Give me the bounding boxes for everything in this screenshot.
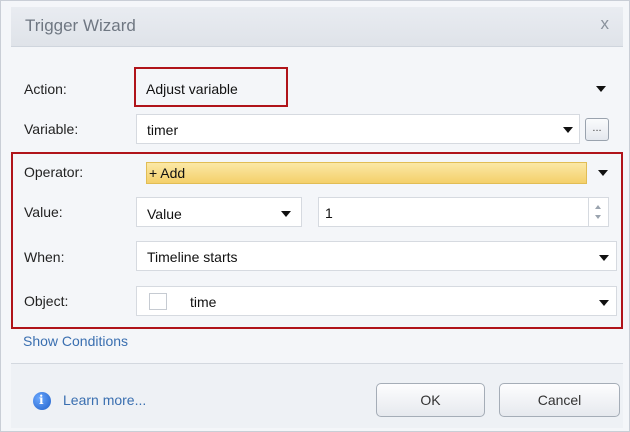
value-type: Value	[147, 206, 182, 222]
value-number: 1	[325, 205, 333, 221]
value-type-dropdown[interactable]: Value	[136, 197, 302, 227]
chevron-down-icon[interactable]	[598, 170, 608, 176]
chevron-down-icon	[599, 300, 609, 306]
value-label: Value:	[24, 204, 63, 220]
close-icon[interactable]: x	[601, 14, 610, 34]
dialog-footer: Learn more... OK Cancel	[11, 363, 623, 428]
trigger-wizard-dialog: Trigger Wizard x Action: Adjust variable…	[0, 0, 630, 432]
operator-dropdown[interactable]: + Add	[146, 162, 587, 184]
variable-value: timer	[147, 122, 179, 138]
chevron-down-icon	[281, 211, 291, 217]
title-bar: Trigger Wizard x	[11, 7, 623, 47]
cancel-button[interactable]: Cancel	[499, 383, 620, 417]
operator-label: Operator:	[24, 164, 84, 180]
object-label: Object:	[24, 293, 69, 309]
when-label: When:	[24, 249, 65, 265]
chevron-down-icon	[563, 127, 573, 133]
action-label: Action:	[24, 81, 67, 97]
ok-button[interactable]: OK	[376, 383, 485, 417]
variable-label: Variable:	[24, 121, 79, 137]
spin-up-icon[interactable]	[595, 205, 601, 209]
operator-value: + Add	[149, 165, 186, 181]
spin-down-icon[interactable]	[595, 215, 601, 219]
info-icon	[33, 392, 51, 410]
chevron-down-icon	[599, 255, 609, 261]
object-value: time	[190, 294, 217, 310]
value-spinner[interactable]	[588, 197, 609, 227]
learn-more-link[interactable]: Learn more...	[63, 392, 146, 408]
when-dropdown[interactable]: Timeline starts	[136, 241, 617, 271]
value-number-input[interactable]: 1	[318, 197, 609, 227]
chevron-down-icon	[596, 86, 606, 92]
when-value: Timeline starts	[147, 249, 238, 265]
action-highlight	[134, 67, 288, 107]
variable-dropdown[interactable]: timer	[136, 114, 580, 144]
object-checkbox[interactable]	[149, 293, 167, 310]
show-conditions-link[interactable]: Show Conditions	[23, 333, 128, 349]
object-dropdown[interactable]: time	[136, 286, 617, 316]
dialog-title: Trigger Wizard	[25, 16, 136, 35]
browse-variable-button[interactable]: ...	[585, 118, 609, 141]
